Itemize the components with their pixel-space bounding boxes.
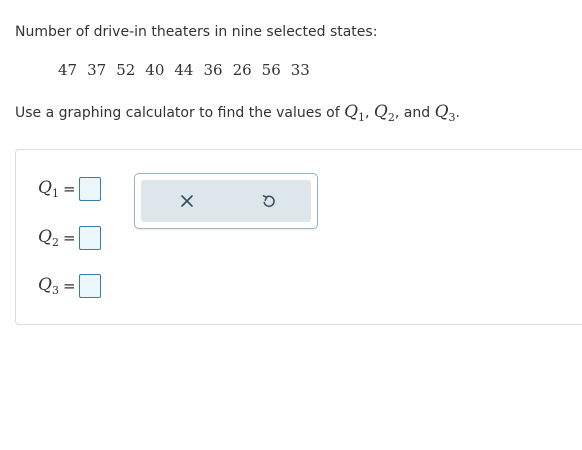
q2-row: Q2 = (38, 224, 101, 252)
data-value: 36 (203, 61, 223, 79)
q3-input[interactable] (78, 274, 101, 298)
answer-toolbar (134, 173, 318, 229)
data-value: 37 (87, 61, 107, 79)
data-value: 33 (290, 61, 310, 79)
equals-sign: = (62, 277, 76, 295)
q1-label: Q1 (38, 178, 59, 200)
close-icon (181, 195, 193, 207)
period: . (455, 105, 460, 121)
data-value: 40 (145, 61, 165, 79)
undo-icon (262, 195, 275, 208)
data-value: 44 (174, 61, 194, 79)
data-value: 26 (232, 61, 252, 79)
undo-button[interactable] (239, 180, 299, 222)
q1-row: Q1 = (38, 175, 101, 203)
equals-sign: = (62, 180, 76, 198)
instruction-prefix: Use a graphing calculator to find the va… (15, 105, 340, 121)
q3-symbol: Q3 (434, 102, 456, 124)
data-values: 47 37 52 40 44 36 26 56 33 (58, 61, 320, 79)
q1-symbol: Q1 (344, 102, 366, 124)
q2-symbol: Q2 (373, 102, 395, 124)
instruction-text: Use a graphing calculator to find the va… (15, 102, 460, 124)
q2-label: Q2 (38, 227, 59, 249)
comma: , (365, 105, 370, 121)
data-value: 56 (261, 61, 281, 79)
data-value: 52 (116, 61, 136, 79)
question-prompt: Number of drive-in theaters in nine sele… (15, 24, 378, 40)
data-value: 47 (58, 61, 78, 79)
equals-sign: = (62, 229, 76, 247)
toolbar-body (141, 180, 311, 222)
q1-input[interactable] (78, 177, 101, 201)
q3-label: Q3 (38, 275, 59, 297)
q3-row: Q3 = (38, 272, 101, 300)
clear-button[interactable] (157, 180, 217, 222)
instruction-and: and (403, 105, 431, 121)
comma: , (394, 105, 400, 121)
q2-input[interactable] (78, 226, 101, 250)
